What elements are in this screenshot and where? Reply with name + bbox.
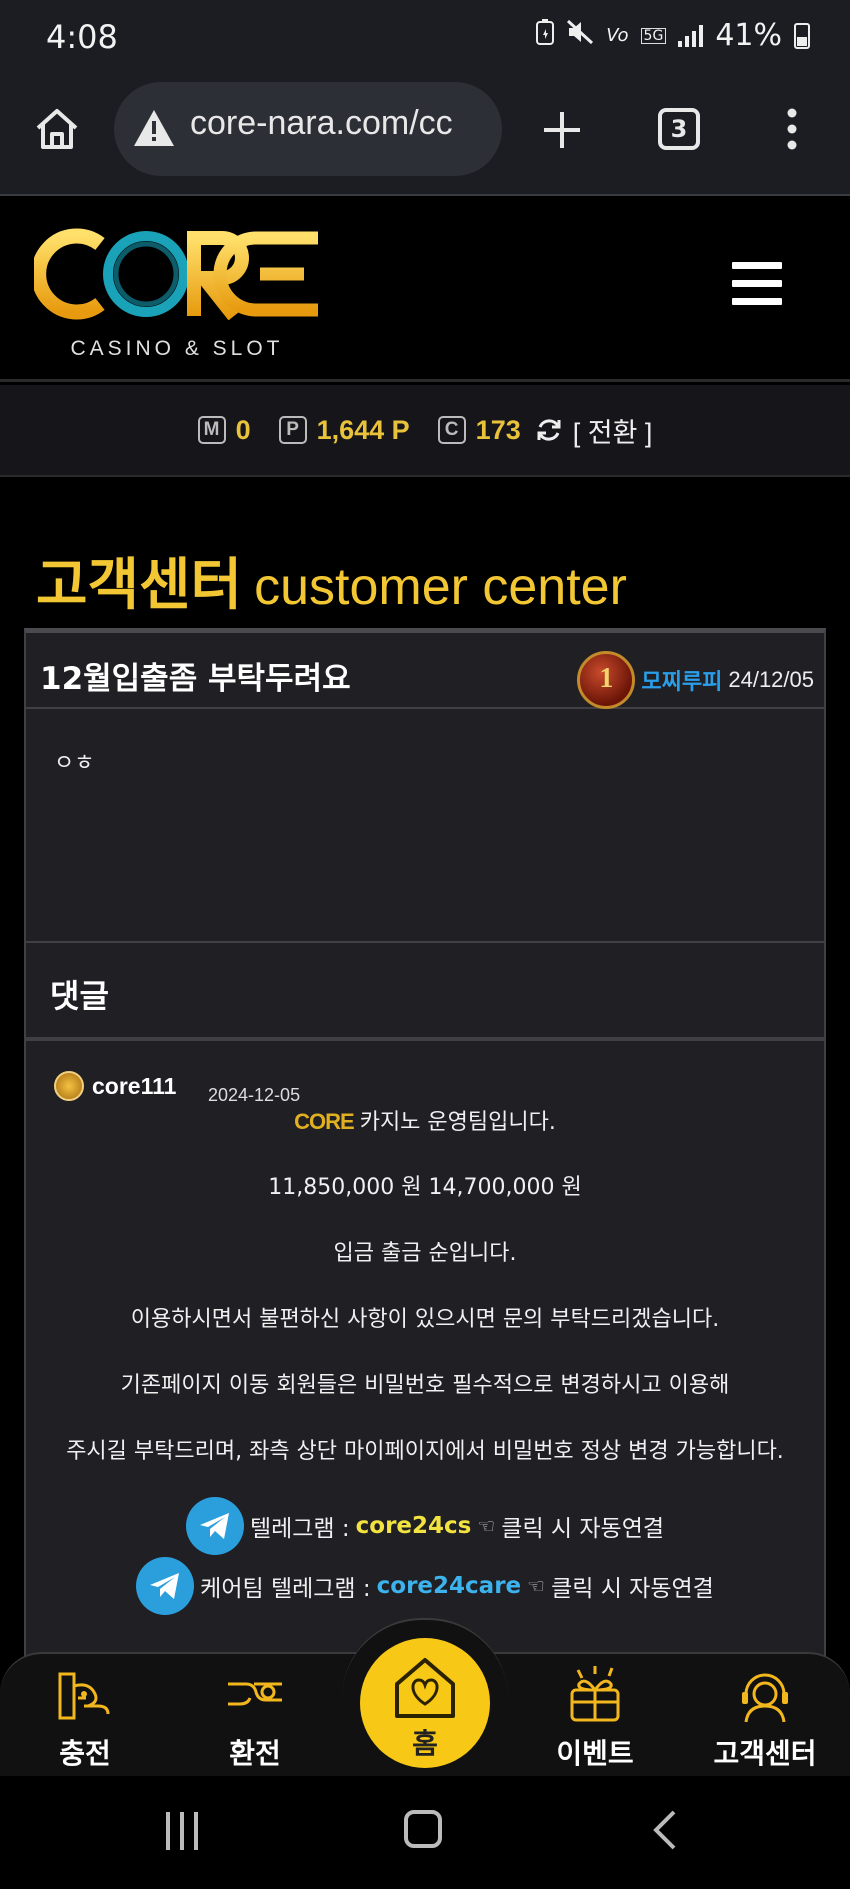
status-bar: 4:08 Vo 5G 41%	[0, 0, 850, 78]
insecure-warning-icon[interactable]	[132, 106, 176, 150]
page-title-english: customer center	[254, 558, 627, 616]
telegram-handle[interactable]: core24care	[377, 1573, 521, 1599]
pointing-hand-icon: ☜	[527, 1574, 546, 1598]
money-icon: M	[197, 416, 226, 444]
nav-event[interactable]: 이벤트	[530, 1664, 660, 1772]
comment-body: CORE 카지노 운영팀입니다. 11,850,000 원 14,700,000 …	[26, 1107, 824, 1503]
coin-icon: C	[437, 416, 466, 444]
telegram-suffix: 클릭 시 자동연결	[551, 1576, 714, 1602]
level-badge-icon: 1	[577, 651, 636, 709]
page-title: 고객센터 customer center	[36, 540, 627, 621]
browser-home-icon[interactable]	[34, 106, 80, 152]
logo-wordmark	[31, 228, 320, 331]
url-text[interactable]: core-nara.com/cc	[190, 104, 490, 143]
money-value: 0	[235, 414, 251, 445]
recent-apps-icon[interactable]	[166, 1812, 198, 1850]
telegram-handle[interactable]: core24cs	[356, 1513, 472, 1539]
core-mini-logo: CORE	[294, 1109, 355, 1134]
comment-date: 2024-12-05	[208, 1085, 301, 1105]
post-body: ㅇㅎ	[26, 709, 824, 943]
post-author[interactable]: 모찌루피	[641, 664, 722, 696]
nav-home-label: 홈	[412, 1727, 438, 1760]
address-bar[interactable]: core-nara.com/cc	[114, 82, 502, 176]
nav-exchange-label: 환전	[229, 1737, 281, 1770]
core-logo[interactable]: CASINO & SLOT	[31, 228, 320, 361]
comment-username: core111	[92, 1072, 177, 1099]
telegram-prefix: 케어팀 텔레그램 :	[200, 1576, 371, 1602]
new-tab-plus-icon[interactable]	[540, 108, 584, 152]
refresh-icon[interactable]	[535, 416, 563, 444]
android-back-icon[interactable]	[652, 1810, 678, 1850]
comment-line: 이용하시면서 불편하신 사항이 있으시면 문의 부탁드리겠습니다.	[130, 1307, 720, 1332]
comment-user: core111	[54, 1071, 176, 1101]
logo-subtitle: CASINO & SLOT	[70, 337, 284, 360]
telegram-link-cs[interactable]: 텔레그램 : core24cs ☜ 클릭 시 자동연결	[26, 1497, 824, 1555]
telegram-prefix: 텔레그램 :	[249, 1516, 350, 1542]
comment-line: 입금 출금 순입니다.	[333, 1241, 517, 1266]
nav-support-label: 고객센터	[713, 1737, 817, 1770]
telegram-link-care[interactable]: 케어팀 텔레그램 : core24care ☜ 클릭 시 자동연결	[26, 1557, 824, 1615]
battery-saver-icon	[536, 18, 555, 53]
tab-switcher-button[interactable]: 3	[658, 108, 700, 150]
more-menu-icon[interactable]	[784, 106, 800, 152]
nav-exchange[interactable]: 환전	[190, 1664, 320, 1772]
post-meta: 1 모찌루피 24/12/05	[577, 651, 814, 709]
browser-toolbar: core-nara.com/cc 3	[0, 78, 850, 196]
gift-icon	[564, 1664, 626, 1726]
telegram-icon	[185, 1497, 244, 1555]
comments-label: 댓글	[50, 977, 109, 1015]
android-home-icon[interactable]	[404, 1810, 442, 1848]
comment-line: 11,850,000 원 14,700,000 원	[268, 1175, 582, 1200]
exchange-icon	[224, 1664, 286, 1726]
status-icons: Vo 5G 41%	[536, 18, 810, 53]
nav-home-button[interactable]: 홈	[360, 1638, 490, 1768]
points-bar: M 0 P 1,644 P C 173 [ 전환 ]	[0, 385, 850, 477]
nav-support[interactable]: 고객센터	[700, 1664, 830, 1772]
post-card: 12월입출좀 부탁두려요 1 모찌루피 24/12/05 ㅇㅎ 댓글 core1…	[24, 628, 826, 1688]
nav-event-label: 이벤트	[556, 1737, 634, 1770]
comment-line: 주시길 부탁드리며, 좌측 상단 마이페이지에서 비밀번호 정상 변경 가능합니…	[66, 1439, 784, 1464]
post-date: 24/12/05	[728, 667, 814, 692]
comments-header: 댓글	[26, 943, 824, 1041]
coin-value: 173	[475, 414, 521, 445]
switch-button[interactable]: [ 전환 ]	[573, 411, 653, 450]
status-time: 4:08	[46, 18, 118, 56]
nav-charge[interactable]: 충전	[20, 1664, 150, 1772]
android-navigation-bar	[0, 1776, 850, 1889]
battery-percent: 41%	[715, 18, 782, 53]
comment-line-text: 카지노 운영팀입니다.	[359, 1110, 556, 1135]
user-avatar-icon	[54, 1071, 84, 1101]
site-header: CASINO & SLOT	[0, 198, 850, 382]
nav-charge-label: 충전	[59, 1737, 111, 1770]
volte-icon: Vo	[606, 25, 629, 46]
telegram-icon	[136, 1557, 195, 1615]
battery-icon	[794, 22, 810, 49]
headset-icon	[734, 1664, 796, 1726]
point-icon: P	[278, 416, 307, 444]
comment-line: CORE 카지노 운영팀입니다.	[26, 1107, 824, 1173]
home-heart-icon	[391, 1656, 459, 1724]
signal-icon	[678, 24, 704, 47]
hamburger-menu-icon[interactable]	[732, 262, 782, 306]
comment-line: 기존페이지 이동 회원들은 비밀번호 필수적으로 변경하시고 이용해	[120, 1373, 730, 1398]
comment-item: core111 2024-12-05 CORE 카지노 운영팀입니다. 11,85…	[26, 1041, 824, 1681]
mute-icon	[566, 18, 594, 53]
telegram-suffix: 클릭 시 자동연결	[501, 1516, 665, 1542]
network-5g-badge: 5G	[640, 27, 667, 44]
charge-icon	[54, 1664, 116, 1726]
post-content: ㅇㅎ	[54, 751, 95, 776]
page-title-korean: 고객센터	[36, 553, 243, 618]
pointing-hand-icon: ☜	[477, 1514, 496, 1538]
post-header: 12월입출좀 부탁두려요 1 모찌루피 24/12/05	[26, 633, 824, 709]
post-title: 12월입출좀 부탁두려요	[40, 661, 351, 697]
point-value: 1,644 P	[316, 414, 410, 445]
